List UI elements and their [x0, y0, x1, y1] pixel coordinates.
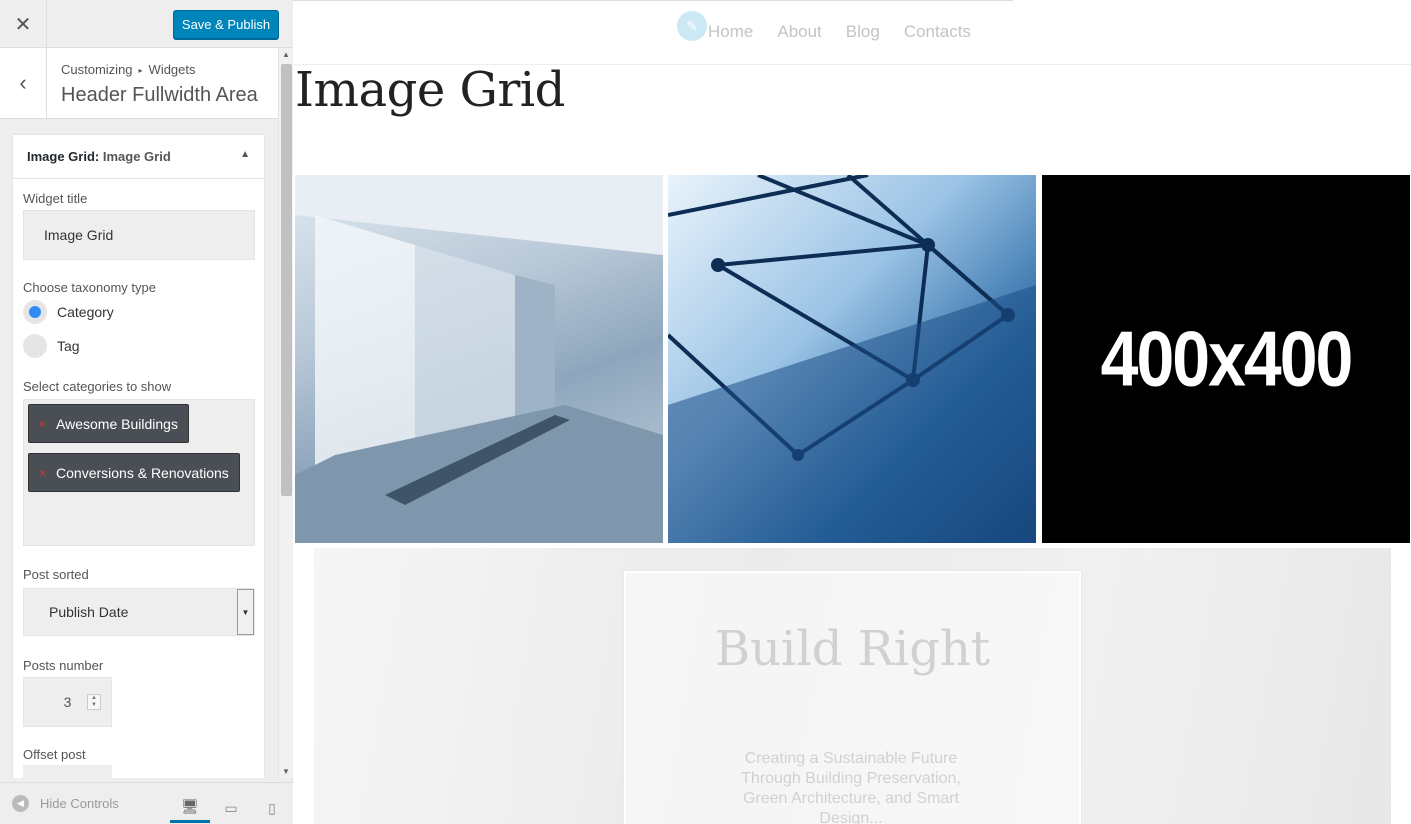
widget-type-label: Image Grid: [27, 149, 100, 164]
breadcrumb-current: Widgets [148, 62, 196, 77]
scroll-up-icon[interactable]: ▲ [282, 50, 290, 59]
site-nav: ✎ Home About Blog Contacts [293, 0, 1411, 65]
widget-name: Image Grid [102, 149, 171, 164]
hero-banner: Build Right Creating a Sustainable Futur… [314, 548, 1391, 824]
scroll-down-icon[interactable]: ▼ [282, 767, 290, 776]
posts-number-input[interactable]: 3 ▲ ▼ [23, 677, 112, 727]
breadcrumb-separator-icon: ▸ [138, 66, 143, 75]
remove-chip-icon[interactable]: × [39, 466, 46, 480]
page-title: Image Grid [295, 62, 565, 118]
widget-header[interactable]: Image Grid: Image Grid ▲ [13, 135, 264, 179]
category-chip: × Awesome Buildings [28, 404, 189, 443]
customizer-topbar: ✕ Save & Publish [0, 0, 293, 48]
nav-item-blog[interactable]: Blog [846, 22, 880, 42]
posts-number-label: Posts number [23, 658, 104, 673]
section-title: Header Fullwidth Area [61, 84, 258, 106]
image-grid-widget: Image Grid: Image Grid ▲ Widget title Im… [12, 134, 265, 778]
section-header: ‹ Customizing ▸ Widgets Header Fullwidth A… [0, 48, 278, 119]
site-preview: ✎ Home About Blog Contacts Image Grid 40… [293, 0, 1411, 824]
hide-controls-label: Hide Controls [40, 796, 119, 811]
chip-label: Conversions & Renovations [56, 464, 229, 481]
back-arrow-icon[interactable]: ‹ [0, 48, 47, 118]
glass-steel-roof-photo[interactable] [668, 175, 1036, 543]
collapse-arrow-icon[interactable]: ▲ [240, 149, 250, 160]
sort-label: Post sorted [23, 567, 89, 582]
radio-tag-label: Tag [57, 338, 80, 354]
posts-number-value: 3 [63, 694, 72, 710]
nav-menu: Home About Blog Contacts [708, 22, 971, 42]
category-chip: × Conversions & Renovations [28, 453, 240, 492]
radio-category-label: Category [57, 304, 114, 320]
nav-item-about[interactable]: About [777, 22, 821, 42]
nav-item-contacts[interactable]: Contacts [904, 22, 971, 42]
desktop-icon[interactable]: 🖥 [170, 793, 210, 823]
radio-selected-icon[interactable] [23, 300, 47, 324]
radio-tag[interactable]: Tag [23, 334, 80, 358]
placeholder-text: 400x400 [1100, 315, 1354, 403]
widget-title-input[interactable]: Image Grid [23, 210, 255, 260]
hero-text: Creating a Sustainable Future Through Bu… [741, 750, 961, 824]
nav-item-home[interactable]: Home [708, 22, 753, 42]
remove-chip-icon[interactable]: × [39, 417, 46, 431]
panel-scrollbar[interactable]: ▲ ▼ [278, 48, 293, 778]
customizer-footer: ◀ Hide Controls 🖥 ▭ ▯ [0, 782, 293, 824]
close-icon[interactable]: ✕ [0, 0, 47, 48]
hero-title: Build Right [714, 621, 991, 677]
chip-label: Awesome Buildings [56, 415, 178, 432]
categories-label: Select categories to show [23, 379, 172, 394]
save-publish-button[interactable]: Save & Publish [173, 10, 279, 39]
edit-pencil-icon[interactable]: ✎ [677, 11, 707, 41]
offset-input[interactable] [23, 765, 112, 778]
scrollbar-thumb[interactable] [281, 64, 292, 496]
breadcrumb: Customizing ▸ Widgets [61, 62, 196, 77]
sort-select-value: Publish Date [49, 604, 129, 620]
categories-multiselect[interactable]: × Awesome Buildings × Conversions & Reno… [23, 399, 255, 546]
dropdown-arrow-icon[interactable]: ▼ [237, 589, 254, 635]
sort-select[interactable]: Publish Date ▼ [23, 588, 255, 636]
hero-card: Build Right Creating a Sustainable Futur… [623, 570, 1082, 824]
spinner-arrows-icon[interactable]: ▲ ▼ [87, 694, 101, 710]
panel-scroll-area: ‹ Customizing ▸ Widgets Header Fullwidth A… [0, 48, 278, 778]
nav-divider [293, 0, 1013, 1]
widget-title: Image Grid: Image Grid [27, 149, 171, 164]
widget-title-label: Widget title [23, 191, 88, 206]
customizer-screen: ✕ Save & Publish ‹ Customizing ▸ Widgets H… [0, 0, 1411, 824]
mobile-icon[interactable]: ▯ [252, 793, 292, 823]
radio-category[interactable]: Category [23, 300, 114, 324]
placeholder-image[interactable]: 400x400 [1042, 175, 1410, 543]
collapse-left-icon: ◀ [12, 795, 29, 812]
radio-unselected-icon[interactable] [23, 334, 47, 358]
breadcrumb-parent: Customizing [61, 62, 133, 77]
taxonomy-label: Choose taxonomy type [23, 280, 156, 295]
customizer-panel: ✕ Save & Publish ‹ Customizing ▸ Widgets H… [0, 0, 293, 824]
tablet-icon[interactable]: ▭ [211, 793, 251, 823]
offset-label: Offset post [23, 747, 86, 762]
hide-controls-button[interactable]: ◀ Hide Controls [12, 795, 119, 812]
interior-office-photo[interactable] [295, 175, 663, 543]
